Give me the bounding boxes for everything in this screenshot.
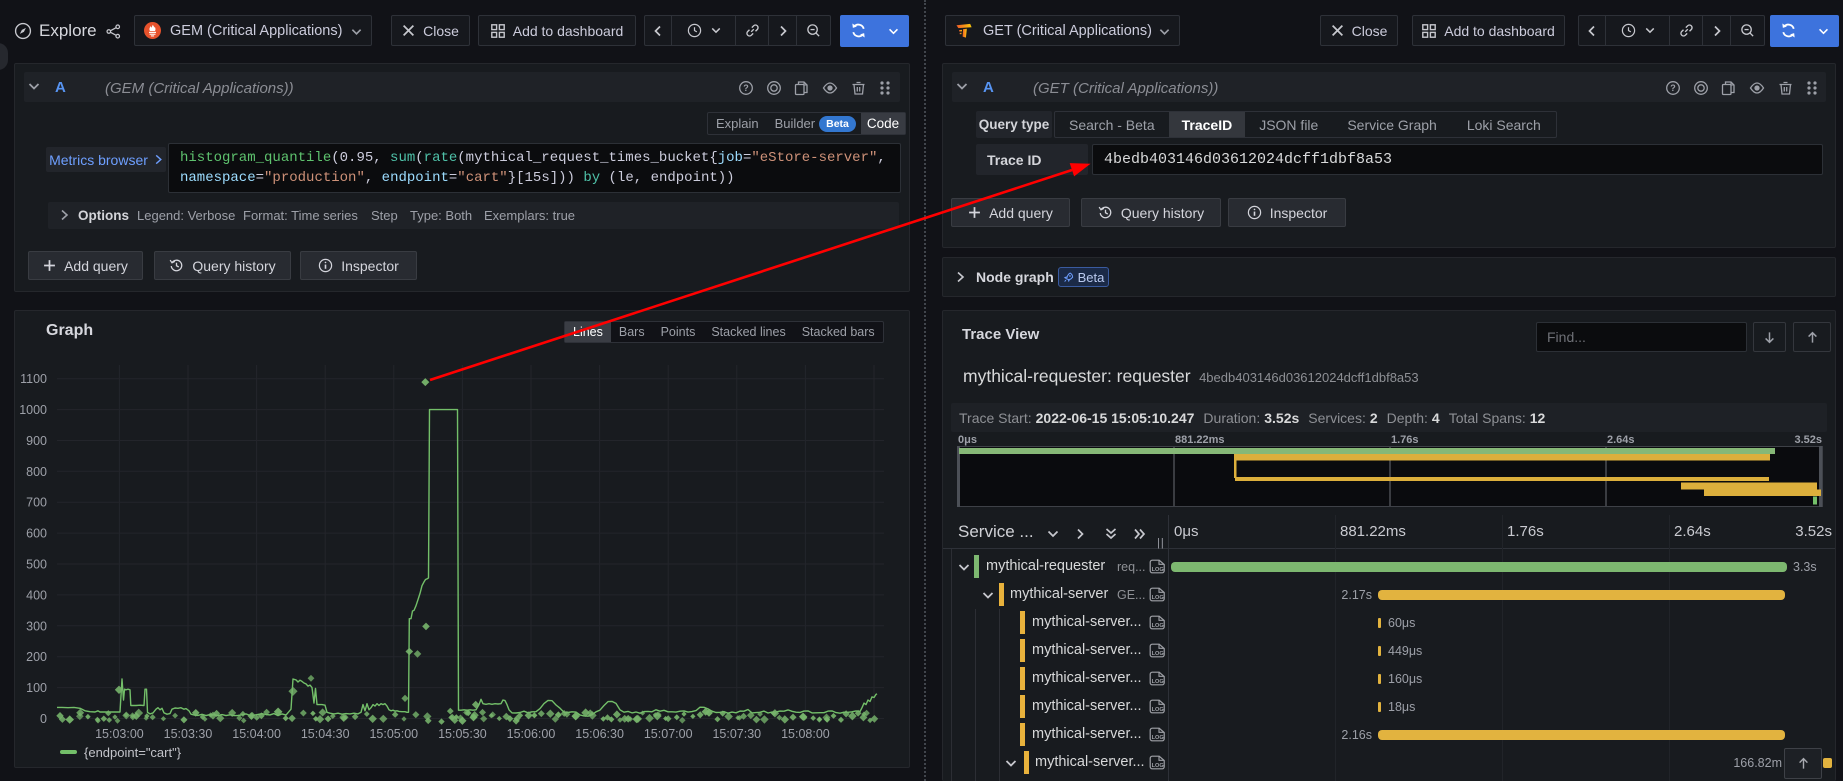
svg-text:15:05:00: 15:05:00 <box>369 727 418 741</box>
svg-text:500: 500 <box>26 558 47 572</box>
svg-text:15:06:00: 15:06:00 <box>507 727 556 741</box>
svg-text:?: ? <box>1670 83 1676 93</box>
svg-text:15:05:30: 15:05:30 <box>438 727 487 741</box>
svg-text:300: 300 <box>26 619 47 633</box>
svg-text:15:04:00: 15:04:00 <box>232 727 281 741</box>
svg-text:900: 900 <box>26 434 47 448</box>
svg-text:400: 400 <box>26 588 47 602</box>
svg-text:1000: 1000 <box>19 403 47 417</box>
svg-text:600: 600 <box>26 527 47 541</box>
svg-text:100: 100 <box>26 681 47 695</box>
svg-text:15:03:30: 15:03:30 <box>164 727 213 741</box>
svg-text:1100: 1100 <box>20 372 47 386</box>
svg-text:15:07:30: 15:07:30 <box>712 727 761 741</box>
svg-text:15:08:00: 15:08:00 <box>781 727 830 741</box>
svg-text:800: 800 <box>26 465 47 479</box>
svg-text:700: 700 <box>26 496 47 510</box>
svg-text:15:04:30: 15:04:30 <box>301 727 350 741</box>
svg-text:15:06:30: 15:06:30 <box>575 727 624 741</box>
svg-text:200: 200 <box>26 650 47 664</box>
svg-text:0: 0 <box>40 712 47 726</box>
svg-text:15:03:00: 15:03:00 <box>95 727 144 741</box>
svg-text:15:07:00: 15:07:00 <box>644 727 693 741</box>
svg-text:?: ? <box>743 83 749 93</box>
